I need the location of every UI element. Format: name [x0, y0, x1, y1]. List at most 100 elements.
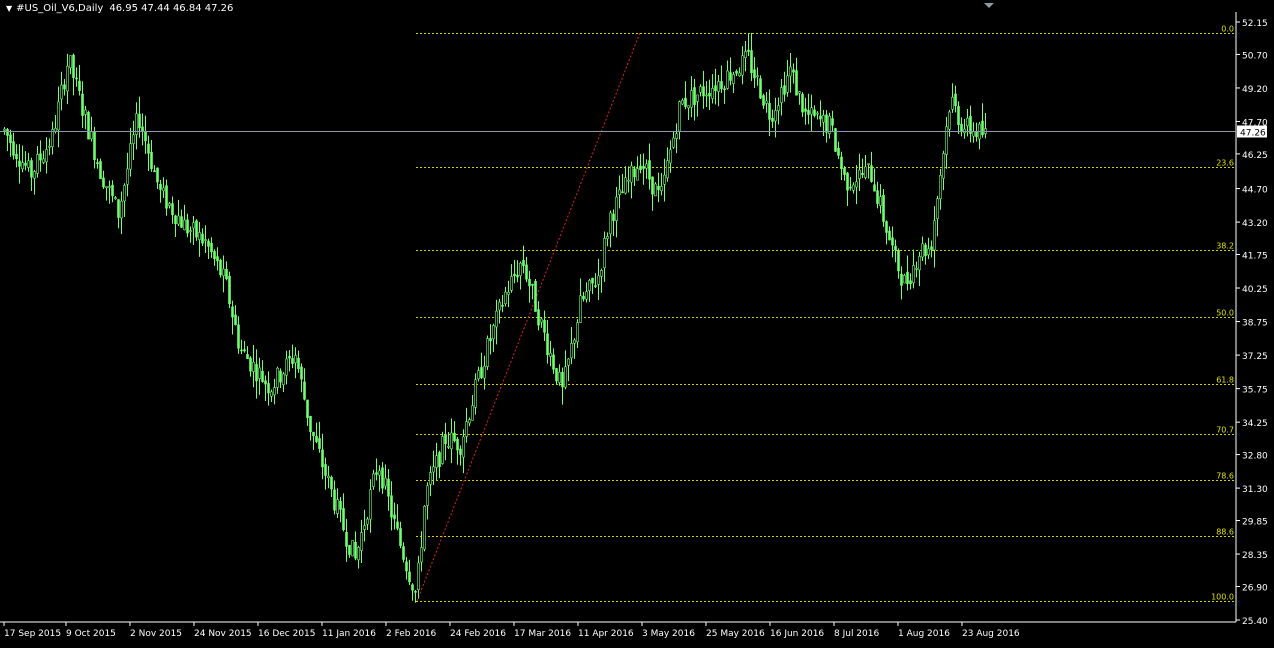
candle-body — [165, 185, 168, 209]
fib-level-label: 78.6 — [1216, 472, 1234, 481]
candle-body — [114, 197, 117, 200]
candle-body — [753, 69, 756, 79]
chart-canvas[interactable]: 52.1550.7049.2047.7046.2544.7043.2041.75… — [0, 0, 1274, 648]
candle-body — [930, 246, 933, 250]
candle-body — [894, 245, 897, 251]
candle-body — [534, 280, 537, 312]
price-axis-label: 38.75 — [1242, 319, 1268, 329]
candle-body — [9, 134, 12, 144]
candle-body — [771, 117, 774, 122]
candle-body — [315, 435, 318, 442]
candle-body — [333, 489, 336, 511]
time-axis-label: 2 Feb 2016 — [386, 629, 437, 639]
candle-body — [324, 464, 327, 476]
candle-body — [846, 172, 849, 191]
candle-body — [909, 280, 912, 285]
candle-body — [552, 354, 555, 370]
candle-body — [564, 366, 567, 388]
candle-body — [651, 176, 654, 195]
time-axis-label: 16 Jun 2016 — [770, 629, 824, 639]
candle-body — [366, 518, 369, 525]
candle-body — [93, 131, 96, 161]
candle-body — [576, 322, 579, 343]
candle-body — [426, 485, 429, 506]
candle-body — [222, 268, 225, 277]
candle-body — [606, 236, 609, 239]
time-axis-label: 3 May 2016 — [642, 629, 695, 639]
candle-body — [21, 162, 24, 170]
candle-body — [588, 280, 591, 291]
candle-body — [777, 105, 780, 111]
candle-body — [603, 238, 606, 269]
chart-header: ▼ #US_Oil_V6,Daily 46.95 47.44 46.84 47.26 — [6, 3, 233, 14]
candle-body — [792, 69, 795, 73]
fib-level-label: 23.6 — [1216, 159, 1234, 168]
candle-body — [513, 273, 516, 277]
candle-body — [918, 256, 921, 271]
candle-body — [309, 416, 312, 433]
candle-body — [81, 93, 84, 116]
candle-body — [852, 184, 855, 191]
candle-body — [525, 264, 528, 280]
candle-body — [540, 318, 543, 323]
time-axis-label: 23 Aug 2016 — [962, 629, 1020, 639]
fib-level-label: 38.2 — [1216, 242, 1234, 251]
candle-body — [57, 101, 60, 131]
candle-body — [42, 158, 45, 163]
candle-body — [861, 172, 864, 175]
candle-body — [327, 475, 330, 479]
candle-body — [897, 250, 900, 272]
candle-body — [246, 354, 249, 359]
candle-body — [822, 115, 825, 123]
scroll-marker-icon[interactable] — [984, 3, 994, 8]
candle-body — [480, 367, 483, 378]
candle-body — [51, 129, 54, 147]
candle-body — [699, 86, 702, 93]
candle-body — [537, 309, 540, 326]
candle-body — [720, 81, 723, 89]
price-axis-label: 25.40 — [1242, 617, 1268, 627]
candle-body — [147, 143, 150, 154]
candle-body — [402, 546, 405, 560]
candle-body — [858, 169, 861, 179]
price-chart[interactable]: 52.15 50.70 49.20 47.70 46.25 44.70 43.20 41.75… — [0, 0, 1274, 648]
candle-body — [759, 78, 762, 99]
fib-level-label: 100.0 — [1211, 593, 1234, 602]
candle-body — [300, 366, 303, 380]
candle-body — [33, 171, 36, 179]
candle-body — [963, 128, 966, 134]
time-axis-label: 24 Nov 2015 — [194, 629, 252, 639]
candle-body — [570, 343, 573, 359]
candle-body — [888, 230, 891, 241]
price-axis-label: 26.90 — [1242, 583, 1268, 593]
candle-body — [939, 175, 942, 200]
candle-body — [477, 370, 480, 380]
chart-menu-icon[interactable]: ▼ — [6, 4, 12, 13]
candle-body — [489, 338, 492, 342]
candle-body — [876, 190, 879, 204]
candle-body — [804, 108, 807, 112]
candle-body — [111, 184, 114, 197]
candle-body — [123, 185, 126, 202]
candle-body — [828, 115, 831, 134]
candle-body — [318, 438, 321, 449]
price-axis-label: 50.70 — [1242, 51, 1268, 61]
candle-body — [282, 373, 285, 385]
candle-body — [933, 220, 936, 251]
candle-body — [87, 111, 90, 140]
candle-body — [591, 277, 594, 284]
candle-body — [750, 50, 753, 73]
candle-body — [642, 166, 645, 169]
candle-body — [60, 84, 63, 100]
candle-body — [600, 270, 603, 277]
candle-body — [471, 405, 474, 421]
candle-body — [411, 584, 414, 591]
candle-body — [906, 271, 909, 284]
candle-body — [729, 72, 732, 81]
time-axis-label: 11 Jan 2016 — [322, 629, 376, 639]
candle-body — [423, 506, 426, 550]
fib-trend-line[interactable] — [416, 32, 641, 602]
price-axis-label: 49.20 — [1242, 85, 1268, 95]
candle-body — [168, 203, 171, 206]
candle-body — [507, 291, 510, 295]
